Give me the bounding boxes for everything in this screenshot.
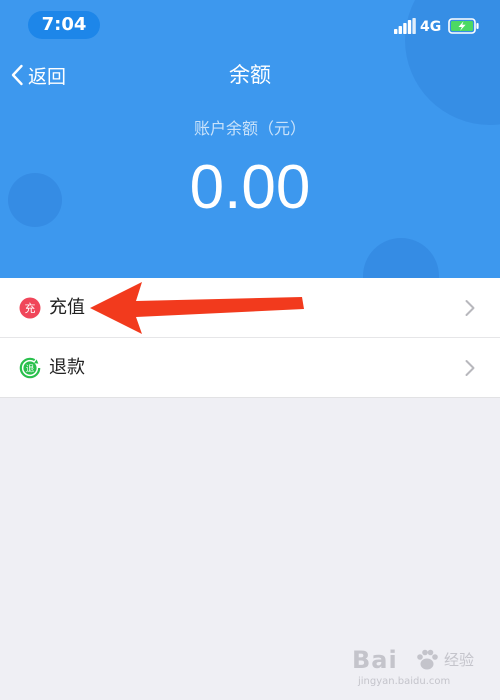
navigation-bar: 返回 余额 [0,55,500,95]
status-bar: 7:04 4G [0,0,500,48]
watermark-domain: jingyan.baidu.com [358,676,451,687]
chevron-right-icon [464,299,476,317]
refund-icon: 退 [19,357,41,379]
network-type: 4G [420,19,442,35]
menu-item-refund[interactable]: 退 退款 [0,337,500,397]
signal-bars-icon [394,18,416,34]
watermark-sub: 经验 [444,651,475,669]
back-button[interactable]: 返回 [10,55,66,95]
watermark-brand: Bai [352,646,398,674]
chevron-left-icon [10,64,24,86]
battery-charging-icon [448,18,480,34]
recharge-icon-text: 充 [25,301,36,315]
paw-icon [414,647,440,673]
menu-item-recharge[interactable]: 充 充值 [0,278,500,337]
page-title: 余额 [229,63,271,87]
menu-item-label: 充值 [49,297,85,318]
recharge-icon: 充 [19,297,41,319]
decorative-bubble [363,238,439,278]
status-time: 7:04 [28,11,100,39]
watermark: Bai 经验 jingyan.baidu.com [352,644,488,694]
back-label: 返回 [28,65,67,88]
refund-icon-text: 退 [26,363,35,374]
balance-header: 7:04 4G 返回 余额 账户余额（元） 0.00 [0,0,500,278]
menu-item-label: 退款 [49,357,85,378]
balance-label: 账户余额（元） [193,119,306,138]
balance-amount: 0.00 [189,153,311,222]
menu-list: 充 充值 退 退款 [0,278,500,398]
chevron-right-icon [464,359,476,377]
